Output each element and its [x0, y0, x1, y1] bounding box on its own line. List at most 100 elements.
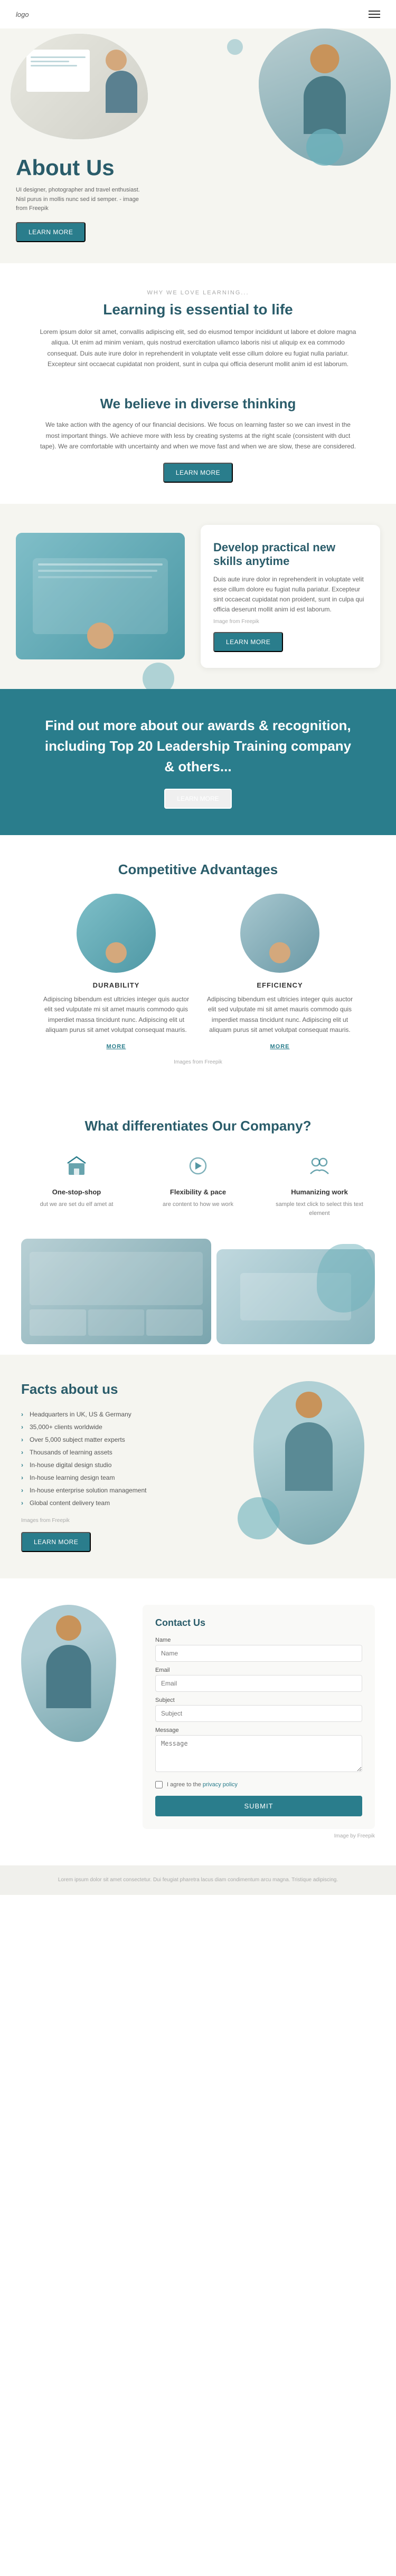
diff-text-flexibility: are content to how we work [148, 1200, 248, 1209]
footer-text: Lorem ipsum dolor sit amet consectetur. … [21, 1876, 375, 1884]
believe-section: We believe in diverse thinking We take a… [0, 390, 396, 503]
facts-content: Facts about us ›Headquarters in UK, US &… [21, 1381, 222, 1552]
form-name-input[interactable] [155, 1645, 362, 1662]
form-email-label: Email [155, 1667, 362, 1673]
diff-label-humanizing: Humanizing work [269, 1188, 370, 1196]
competitive-title: Competitive Advantages [21, 861, 375, 878]
contact-section: Contact Us Name Email Subject Message I … [0, 1578, 396, 1865]
hero-description: UI designer, photographer and travel ent… [16, 186, 143, 214]
diff-text-one-stop: dut we are set du elf amet at [26, 1200, 127, 1209]
competitive-img-efficiency [240, 894, 319, 973]
menu-button[interactable] [369, 8, 380, 20]
form-checkbox-label: I agree to the privacy policy [167, 1782, 238, 1788]
why-title: Learning is essential to life [32, 301, 364, 318]
contact-image-area [21, 1605, 127, 1742]
diff-item-flexibility: Flexibility & pace are content to how we… [143, 1150, 253, 1218]
competitive-more-durability[interactable]: MORE [107, 1043, 126, 1050]
awards-cta-button[interactable]: LEARN MORE [164, 789, 231, 809]
diff-images-area [21, 1228, 375, 1344]
facts-image-area [238, 1381, 375, 1545]
competitive-grid: DURABILITY Adipiscing bibendum est ultri… [21, 894, 375, 1051]
develop-circle-decoration [143, 663, 174, 689]
diff-label-flexibility: Flexibility & pace [148, 1188, 248, 1196]
navigation: logo [0, 0, 396, 28]
competitive-text-durability: Adipiscing bibendum est ultricies intege… [42, 994, 190, 1035]
contact-form-card: Contact Us Name Email Subject Message I … [143, 1605, 375, 1829]
list-item: ›35,000+ clients worldwide [21, 1421, 222, 1433]
list-item: ›Thousands of learning assets [21, 1446, 222, 1459]
form-subject-label: Subject [155, 1697, 362, 1703]
form-name-group: Name [155, 1637, 362, 1662]
competitive-item-efficiency: EFFICIENCY Adipiscing bibendum est ultri… [206, 894, 354, 1051]
believe-cta-button[interactable]: LEARN MORE [163, 463, 233, 483]
competitive-credit: Images from Freepik [21, 1059, 375, 1065]
diff-teal-blob [317, 1244, 375, 1313]
form-name-label: Name [155, 1637, 362, 1643]
diff-item-humanizing: Humanizing work sample text click to sel… [264, 1150, 375, 1218]
form-subject-group: Subject [155, 1697, 362, 1722]
list-item: ›Headquarters in UK, US & Germany [21, 1408, 222, 1421]
competitive-img-durability [77, 894, 156, 973]
logo: logo [16, 11, 29, 18]
competitive-label-durability: DURABILITY [42, 981, 190, 989]
hero-image-board [11, 34, 148, 139]
form-submit-button[interactable]: SUBMIT [155, 1796, 362, 1816]
form-email-group: Email [155, 1667, 362, 1692]
hero-content: About Us UI designer, photographer and t… [16, 155, 380, 242]
list-item: ›In-house digital design studio [21, 1459, 222, 1471]
hero-title: About Us [16, 155, 380, 180]
form-checkbox-row: I agree to the privacy policy [155, 1781, 362, 1788]
facts-list: ›Headquarters in UK, US & Germany ›35,00… [21, 1408, 222, 1509]
form-subject-input[interactable] [155, 1705, 362, 1722]
competitive-more-efficiency[interactable]: MORE [270, 1043, 290, 1050]
form-message-label: Message [155, 1727, 362, 1734]
contact-person-image [21, 1605, 116, 1742]
develop-img-credit: Image from Freepik [213, 619, 367, 625]
diff-label-one-stop: One-stop-shop [26, 1188, 127, 1196]
facts-section: Facts about us ›Headquarters in UK, US &… [0, 1355, 396, 1578]
hero-cta-button[interactable]: LEARN MORE [16, 222, 86, 242]
humanizing-icon [304, 1150, 335, 1182]
competitive-text-efficiency: Adipiscing bibendum est ultricies intege… [206, 994, 354, 1035]
believe-title: We believe in diverse thinking [32, 396, 364, 412]
form-privacy-checkbox[interactable] [155, 1781, 163, 1788]
why-section: WHY WE LOVE LEARNING... Learning is esse… [0, 263, 396, 391]
diff-grid: One-stop-shop dut we are set du elf amet… [21, 1150, 375, 1218]
develop-text: Duis aute irure dolor in reprehenderit i… [213, 574, 367, 615]
form-message-textarea[interactable] [155, 1735, 362, 1772]
diff-image-building [21, 1239, 211, 1344]
contact-form-title: Contact Us [155, 1617, 362, 1629]
why-sub-label: WHY WE LOVE LEARNING... [32, 290, 364, 296]
list-item: ›Global content delivery team [21, 1497, 222, 1509]
list-item: ›Over 5,000 subject matter experts [21, 1433, 222, 1446]
why-text: Lorem ipsum dolor sit amet, convallis ad… [40, 327, 356, 370]
diff-title: What differentiates Our Company? [21, 1118, 375, 1134]
diff-text-humanizing: sample text click to select this text el… [269, 1200, 370, 1218]
facts-teal-blob [238, 1497, 280, 1539]
develop-title: Develop practical new skills anytime [213, 541, 367, 568]
flexibility-icon [182, 1150, 214, 1182]
competitive-label-efficiency: EFFICIENCY [206, 981, 354, 989]
awards-title: Find out more about our awards & recogni… [42, 715, 354, 777]
develop-cta-button[interactable]: LEARN MORE [213, 632, 283, 652]
facts-title: Facts about us [21, 1381, 222, 1397]
list-item: ›In-house learning design team [21, 1471, 222, 1484]
privacy-link[interactable]: privacy policy [203, 1782, 238, 1788]
form-email-input[interactable] [155, 1675, 362, 1692]
facts-credit: Images from Freepik [21, 1518, 222, 1524]
develop-section: Develop practical new skills anytime Dui… [0, 504, 396, 690]
facts-cta-button[interactable]: LEARN MORE [21, 1532, 91, 1552]
hero-section: About Us UI designer, photographer and t… [0, 28, 396, 263]
develop-card: Develop practical new skills anytime Dui… [201, 525, 380, 668]
contact-credit: Image by Freepik [143, 1833, 375, 1839]
develop-image [16, 533, 185, 659]
one-stop-shop-icon [61, 1150, 92, 1182]
hero-decoration-circle-sm [227, 39, 243, 55]
believe-text: We take action with the agency of our fi… [40, 419, 356, 452]
contact-form-area: Contact Us Name Email Subject Message I … [143, 1605, 375, 1839]
awards-section: Find out more about our awards & recogni… [0, 689, 396, 835]
diff-item-one-stop: One-stop-shop dut we are set du elf amet… [21, 1150, 132, 1218]
competitive-section: Competitive Advantages DURABILITY Adipis… [0, 835, 396, 1091]
diff-section: What differentiates Our Company? One-sto… [0, 1091, 396, 1344]
list-item: ›In-house enterprise solution management [21, 1484, 222, 1497]
